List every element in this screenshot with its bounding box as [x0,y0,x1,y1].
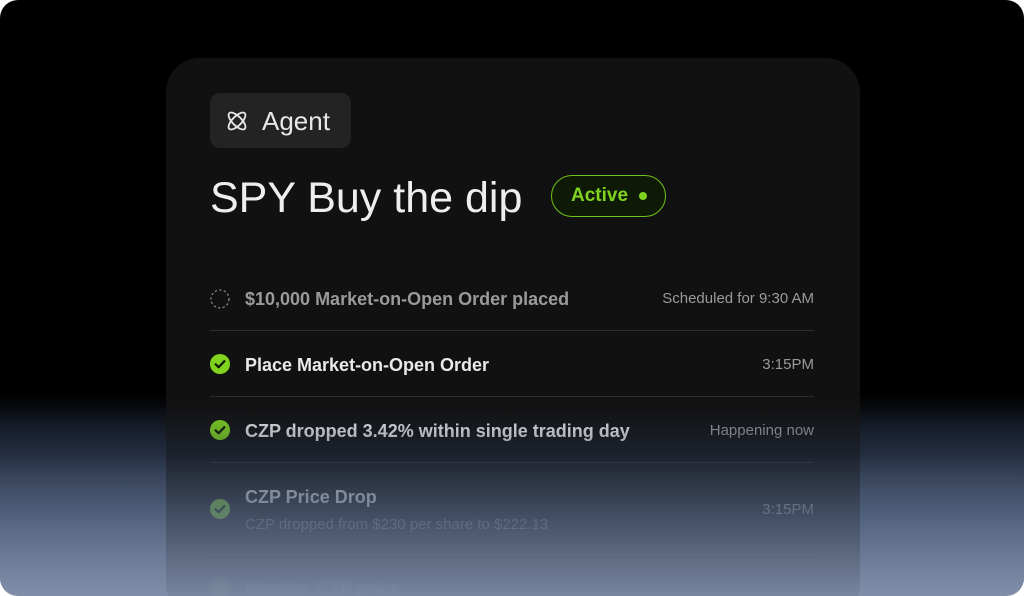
timeline-item[interactable]: CZP dropped 3.42% within single trading … [210,419,814,443]
status-dot-icon [639,192,647,200]
dashed-circle-icon [210,289,230,309]
atom-icon [227,111,247,131]
agent-label: Agent [262,106,330,136]
timeline-item-label: CZP dropped 3.42% within single trading … [245,421,630,441]
timeline-item[interactable]: Monitor CZP price [210,577,814,596]
check-circle-icon [210,420,230,440]
divider [210,554,814,555]
check-circle-icon [210,354,230,374]
page-title: SPY Buy the dip [210,174,523,222]
status-badge: Active [551,175,666,217]
timeline-item[interactable]: CZP Price Drop CZP dropped from $230 per… [210,485,814,537]
window-frame: Agent SPY Buy the dip Active $10,000 Mar… [0,0,1024,596]
timeline-item-label: Place Market-on-Open Order [245,355,490,375]
timeline-item-time: Scheduled for 9:30 AM [662,290,814,307]
timeline-item-label: Monitor CZP price [245,579,400,596]
check-circle-icon [210,578,230,596]
divider [210,330,814,331]
timeline-item-time: Happening now [709,422,814,439]
timeline-item-time: 3:15PM [762,356,814,373]
check-circle-icon [210,499,230,519]
divider [210,462,814,463]
timeline-item[interactable]: $10,000 Market-on-Open Order placed Sche… [210,287,814,311]
timeline-item-sublabel: CZP dropped from $230 per share to $222.… [245,516,549,533]
timeline-item-label: CZP Price Drop [245,487,377,507]
timeline-item-time: 3:15PM [762,501,814,518]
divider [210,396,814,397]
timeline-item[interactable]: Place Market-on-Open Order 3:15PM [210,353,814,377]
status-label: Active [571,185,629,206]
agent-chip[interactable]: Agent [210,93,351,148]
timeline-item-label: $10,000 Market-on-Open Order placed [245,289,570,309]
